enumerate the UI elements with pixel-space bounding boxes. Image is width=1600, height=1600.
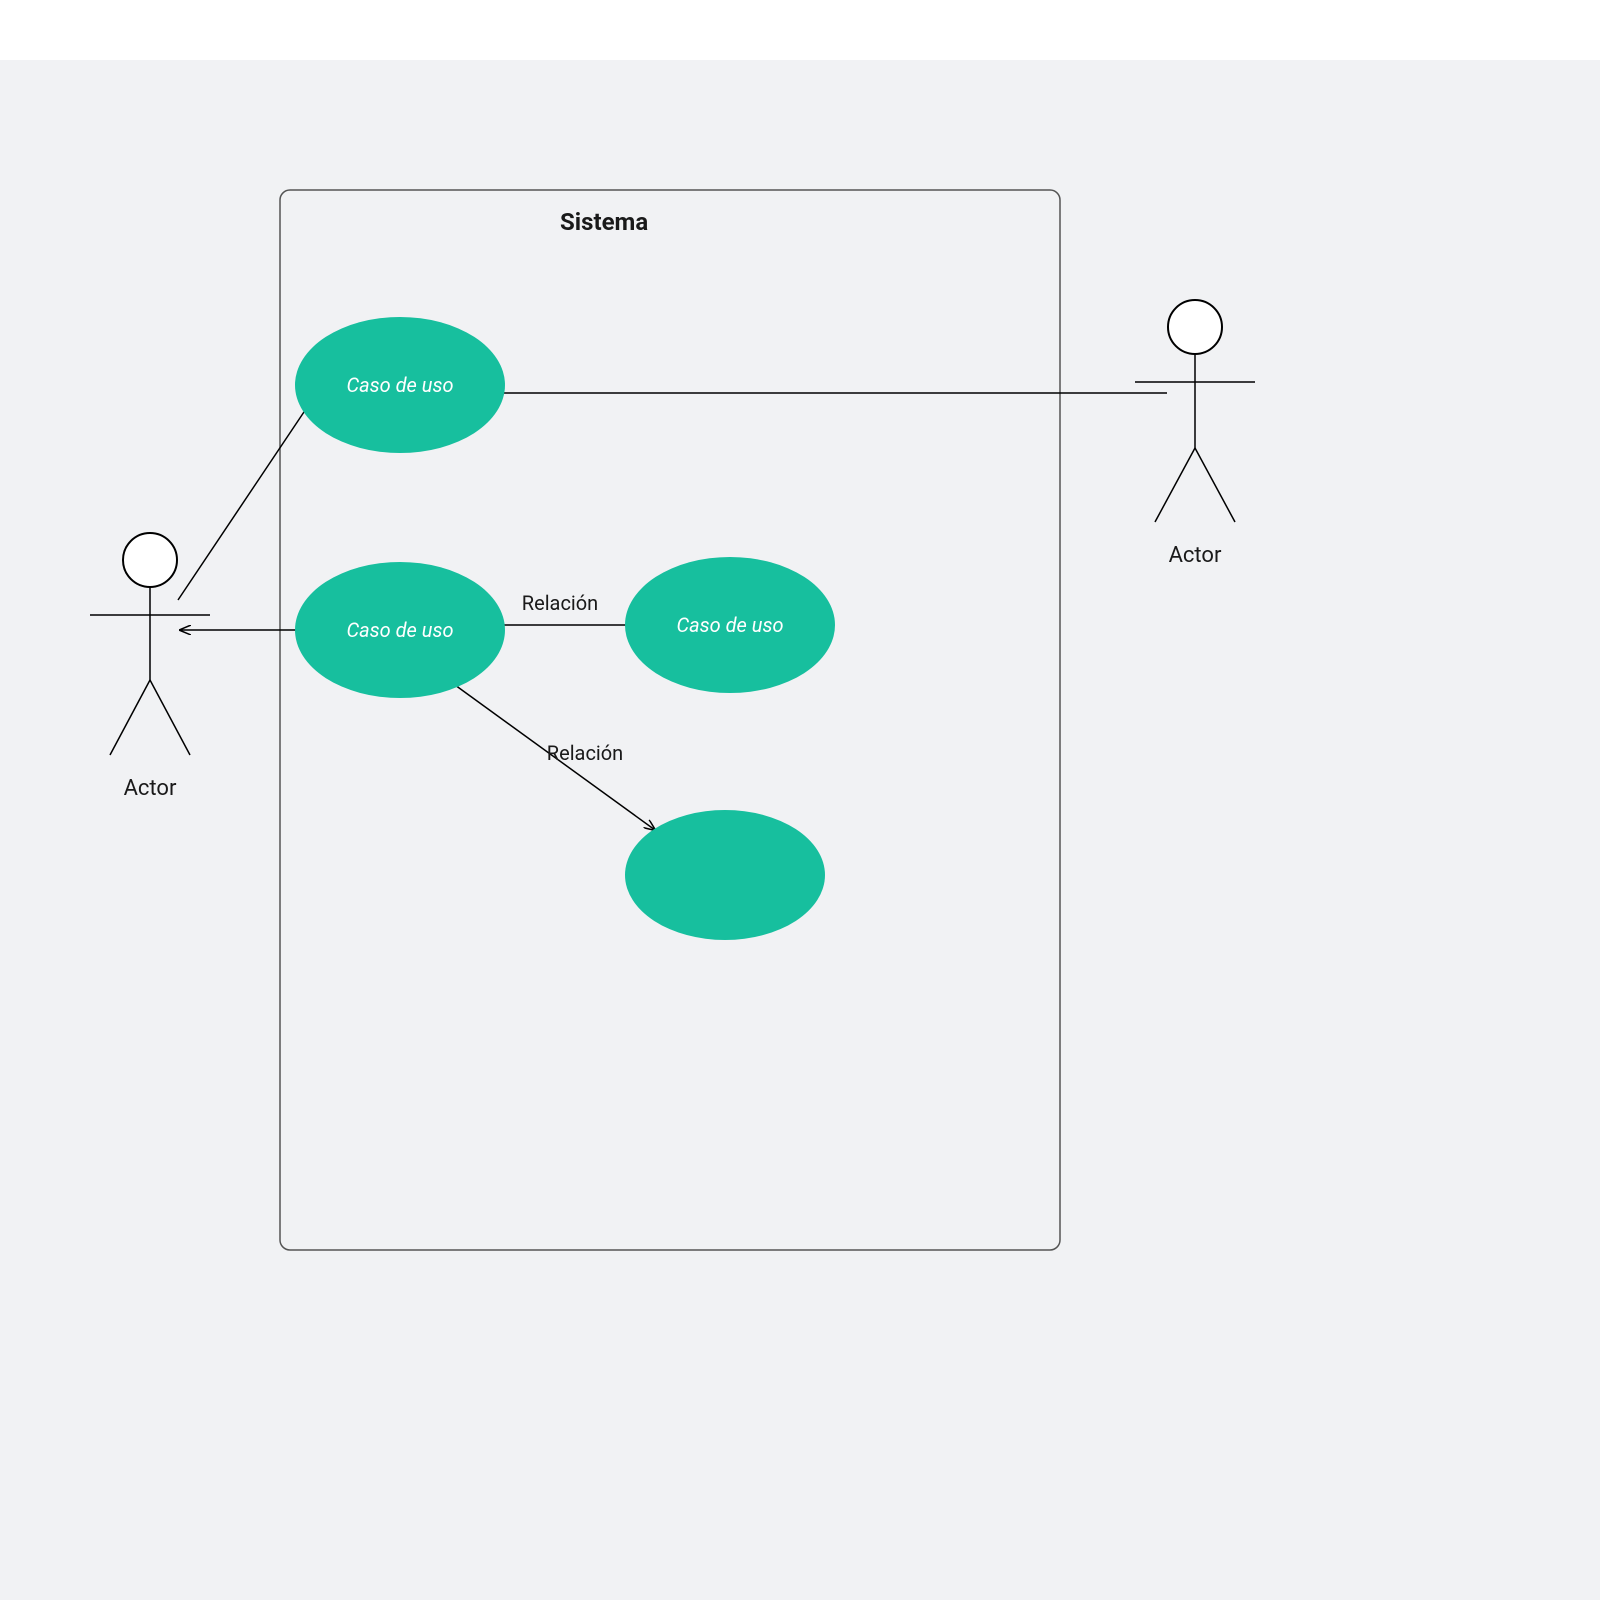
usecase-1-label: Caso de uso [346,373,453,397]
relation-label-2: Relación [547,741,623,765]
actor-left[interactable] [90,533,210,755]
diagram-canvas: Sistema Relación Relación Caso de uso Ca… [0,60,1600,1600]
actor-right-label: Actor [1169,543,1222,568]
actor-left-leg2-icon [150,680,190,755]
actor-left-leg1-icon [110,680,150,755]
usecase-2-label: Caso de uso [346,618,453,642]
relation-label-1: Relación [522,591,598,615]
actor-left-label: Actor [124,776,177,801]
actor-right-leg2-icon [1195,448,1235,522]
usecase-3-label: Caso de uso [676,613,783,637]
actor-right[interactable] [1135,300,1255,522]
association-left-uc1[interactable] [178,400,312,600]
system-title: Sistema [560,208,648,236]
actor-right-leg1-icon [1155,448,1195,522]
usecase-4[interactable] [625,810,825,940]
actor-right-head-icon [1168,300,1222,354]
actor-left-head-icon [123,533,177,587]
